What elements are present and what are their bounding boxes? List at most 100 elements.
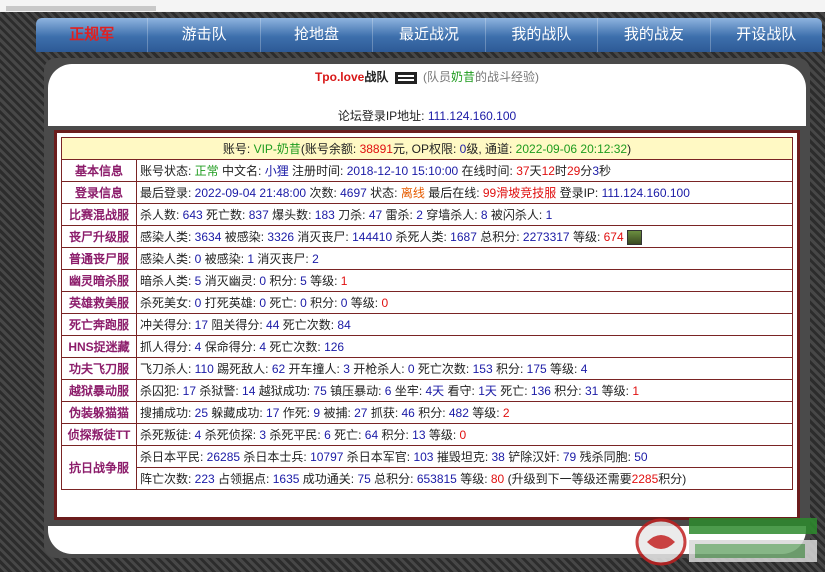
stat-value: 46 <box>401 406 415 420</box>
nav-item-3[interactable]: 最近战况 <box>372 18 484 52</box>
nav-item-5[interactable]: 我的战友 <box>597 18 709 52</box>
stat-value: 4697 <box>340 186 367 200</box>
stat-label: 杀死叛徒: <box>140 428 195 442</box>
stat-label: 铲除汉奸: <box>504 450 563 464</box>
member-name[interactable]: 奶昔 <box>451 70 475 84</box>
stat-value: 3326 <box>267 229 295 244</box>
nav-item-4[interactable]: 我的战队 <box>484 18 597 52</box>
account-label: 账号: <box>222 142 254 156</box>
stats-row: 抗日战争服 杀日本平民: 26285 杀日本士兵: 10797 杀日本军官: 10… <box>61 445 793 490</box>
stat-value: 47 <box>368 208 383 222</box>
stat-value: 653815 <box>416 472 457 486</box>
stats-row: 普通丧尸服 感染人类: 0 被感染: 1 消灭丧尸: 2 <box>61 247 793 270</box>
stat-value: 17 <box>266 406 280 420</box>
stat-label: 天 <box>529 164 542 178</box>
account-row: 账号: VIP-奶昔(账号余额: 38891元, OP权限: 0级, 通道: 2… <box>61 137 793 160</box>
page: 正规军 游击队 抢地盘 最近战况 我的战队 我的战友 开设战队 Tpo.love战队 (队员… <box>0 0 825 572</box>
channel-value: 2022-09-06 20:12:32 <box>515 142 628 156</box>
stat-value: 2022-09-04 21:48:00 <box>194 186 307 200</box>
browser-top-strip <box>0 0 825 12</box>
stats-row: 阵亡次数: 223 占领据点: 1635 成功通关: 75 总积分: 65381… <box>62 467 793 490</box>
stat-label: 刀杀: <box>334 208 369 222</box>
stat-value: 75 <box>313 384 327 398</box>
row-label: 登录信息 <box>61 181 137 204</box>
nav-item-2[interactable]: 抢地盘 <box>259 18 372 52</box>
row-label: 比赛混战服 <box>61 203 137 226</box>
team-name[interactable]: Tpo.love <box>315 70 364 84</box>
member-suffix: 的战斗经验) <box>475 70 540 84</box>
stat-value: 29 <box>566 164 581 178</box>
row-label: 基本信息 <box>61 159 137 182</box>
stat-label: 等级: <box>546 362 581 376</box>
stats-row: 越狱暴动服 杀囚犯: 17 杀狱警: 14 越狱成功: 75 镇压暴动: 6 坐牢… <box>61 379 793 402</box>
stat-value: 0 <box>407 362 415 376</box>
stat-value: 17 <box>194 318 209 332</box>
stats-row: 基本信息 账号状态: 正常 中文名: 小狸 注册时间: 2018-12-10 15… <box>61 159 793 182</box>
stat-label: 中文名: <box>218 164 265 178</box>
stat-value: 111.124.160.100 <box>601 186 690 200</box>
stat-value: 8 <box>480 208 488 222</box>
account-cell: 账号: VIP-奶昔(账号余额: 38891元, OP权限: 0级, 通道: 2… <box>61 137 793 160</box>
stat-label: 打死英雄: <box>201 296 260 310</box>
stat-label: 坐牢: <box>391 384 426 398</box>
stat-value: 136 <box>530 384 551 398</box>
row-label: 伪装躲猫猫 <box>61 401 137 424</box>
stat-value: 1635 <box>272 472 300 486</box>
stat-value: 4天 <box>425 384 445 398</box>
stat-value: 80 <box>490 472 505 486</box>
stat-value: 10797 <box>310 450 344 464</box>
team-panel: Tpo.love战队 (队员奶昔的战斗经验) 论坛登录IP地址: 111.124… <box>44 58 810 558</box>
row-label: 普通丧尸服 <box>61 247 137 270</box>
stat-label: 在线时间: <box>458 164 517 178</box>
stat-value: 0 <box>459 428 467 442</box>
stat-label: 积分: <box>266 274 301 288</box>
stat-label: 被闪杀人: <box>487 208 546 222</box>
row-stats: 杀囚犯: 17 杀狱警: 14 越狱成功: 75 镇压暴动: 6 坐牢: 4天 … <box>136 379 793 402</box>
stat-label: 等级: <box>468 406 503 420</box>
stat-value: 正常 <box>194 164 219 178</box>
stat-label: 摧毁坦克: <box>433 450 492 464</box>
stat-value: 2 <box>502 406 510 420</box>
stat-value: 1 <box>632 384 640 398</box>
stat-label: 死亡: <box>330 428 365 442</box>
stat-value: 1 <box>545 208 553 222</box>
row-stats: 杀人数: 643 死亡数: 837 爆头数: 183 刀杀: 47 雷杀: 2 … <box>136 203 793 226</box>
zombie-level-icon <box>626 230 642 246</box>
stat-value: 3 <box>592 164 599 178</box>
stat-value: 153 <box>472 362 493 376</box>
stat-label: 作死: <box>279 406 314 420</box>
row-stats: 暗杀人类: 5 消灭幽灵: 0 积分: 5 等级: 1 <box>136 269 793 292</box>
nav-item-6[interactable]: 开设战队 <box>709 18 822 52</box>
row-stats: 杀死叛徒: 4 杀死侦探: 3 杀死平民: 6 死亡: 64 积分: 13 等级… <box>136 423 793 446</box>
stat-value: 175 <box>526 362 547 376</box>
stat-label: 杀日本士兵: <box>240 450 311 464</box>
panel-title: Tpo.love战队 (队员奶昔的战斗经验) <box>44 68 810 85</box>
stat-label: 登录IP: <box>556 186 602 200</box>
row-stats: 感染人类: 0 被感染: 1 消灭丧尸: 2 <box>136 247 793 270</box>
forum-ip-label: 论坛登录IP地址: <box>337 109 425 123</box>
stat-value: 674 <box>603 229 624 244</box>
stat-value: 183 <box>314 208 335 222</box>
stat-value: 643 <box>182 208 203 222</box>
stat-label: 等级: <box>347 296 382 310</box>
nav-item-0[interactable]: 正规军 <box>36 18 147 52</box>
stat-value: 1天 <box>478 384 497 398</box>
stat-value: 126 <box>324 340 345 354</box>
row-label: 死亡奔跑服 <box>61 313 137 336</box>
stat-value: 0 <box>300 296 307 310</box>
stat-label: 最后登录: <box>140 186 195 200</box>
site-watermark-logo <box>635 518 817 566</box>
stat-value: 31 <box>584 384 599 398</box>
stat-label: 暗杀人类: <box>140 274 195 288</box>
stat-value: 75 <box>357 472 371 486</box>
stat-label: 爆头数: <box>268 208 315 222</box>
stat-label: 秒 <box>599 164 612 178</box>
stat-label: 感染人类: <box>140 229 195 244</box>
stat-value: 38 <box>491 450 505 464</box>
account-close: ) <box>627 142 632 156</box>
row-stats: 感染人类: 3634 被感染: 3326 消灭丧尸: 144410 杀死人类: … <box>136 225 793 248</box>
row-stats: 飞刀杀人: 110 踢死敌人: 62 开车撞人: 3 开枪杀人: 0 死亡次数:… <box>136 357 793 380</box>
stat-value: 144410 <box>352 229 393 244</box>
stat-label: 死亡次数: <box>414 362 473 376</box>
nav-item-1[interactable]: 游击队 <box>147 18 259 52</box>
